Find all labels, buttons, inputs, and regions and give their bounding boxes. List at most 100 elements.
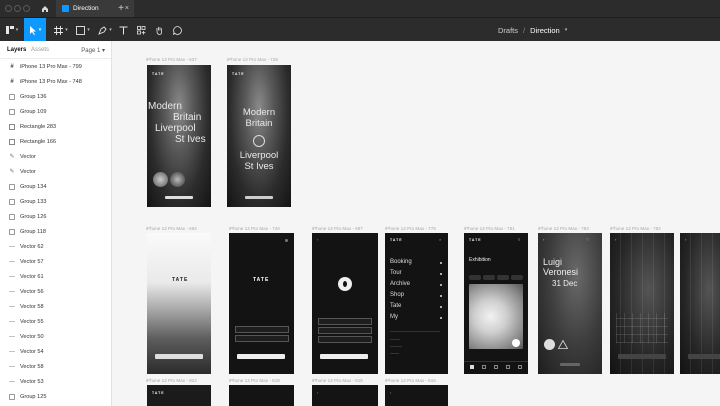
filter-chip[interactable] bbox=[511, 275, 523, 280]
iphone-frame-816[interactable]: ‹ bbox=[385, 385, 448, 406]
frame-label[interactable]: iPhone 13 Pro Max - 782 bbox=[610, 226, 661, 231]
move-tool-button[interactable]: ▾ bbox=[24, 18, 46, 42]
menu-item-booking[interactable]: Booking bbox=[390, 259, 412, 265]
sign-up-button[interactable] bbox=[320, 354, 368, 359]
main-menu-button[interactable]: ▾ bbox=[2, 18, 22, 42]
layer-row[interactable]: — Vector 58 bbox=[0, 299, 111, 314]
filter-chip[interactable] bbox=[483, 275, 495, 280]
layer-row[interactable]: — Vector 61 bbox=[0, 269, 111, 284]
thumbnail-circle[interactable] bbox=[153, 172, 168, 187]
back-icon[interactable]: ‹ bbox=[317, 390, 318, 395]
primary-button[interactable] bbox=[155, 354, 203, 359]
frame-label[interactable]: iPhone 13 Pro Max - 778 bbox=[385, 226, 436, 231]
layer-row[interactable]: — Vector 57 bbox=[0, 254, 111, 269]
layer-row[interactable]: — Vector 62 bbox=[0, 239, 111, 254]
frame-label[interactable]: iPhone 13 Pro Max - 783 bbox=[538, 226, 589, 231]
frame-label[interactable]: iPhone 13 Pro Max - 791 bbox=[464, 226, 515, 231]
iphone-frame-726[interactable]: TATE bbox=[229, 233, 294, 374]
layer-row[interactable]: Group 136 bbox=[0, 89, 111, 104]
home-tab[interactable] bbox=[36, 0, 54, 17]
tab-bar-icon[interactable] bbox=[506, 365, 510, 369]
shape-tool-button[interactable]: ▾ bbox=[72, 18, 94, 42]
frame-label[interactable]: iPhone 13 Pro Max - 637 bbox=[146, 57, 197, 62]
primary-button[interactable] bbox=[688, 354, 720, 359]
button-bar[interactable] bbox=[245, 196, 273, 199]
back-icon[interactable]: ‹ bbox=[317, 237, 318, 242]
iphone-frame-partial[interactable]: ‹ bbox=[680, 233, 720, 374]
layer-row[interactable]: — Vector 54 bbox=[0, 344, 111, 359]
hand-tool-button[interactable] bbox=[152, 18, 166, 42]
iphone-frame-637[interactable]: TATE Modern Britain Liverpool St Ives bbox=[147, 65, 211, 207]
layer-row[interactable]: Rectangle 166 bbox=[0, 134, 111, 149]
thumbnail-circle[interactable] bbox=[170, 172, 185, 187]
layer-row[interactable]: — Vector 56 bbox=[0, 284, 111, 299]
email-field[interactable] bbox=[235, 326, 289, 333]
name-field[interactable] bbox=[318, 318, 372, 325]
layer-row[interactable]: Group 125 bbox=[0, 389, 111, 404]
menu-item-tate[interactable]: Tate bbox=[390, 303, 401, 309]
frame-label[interactable]: iPhone 13 Pro Max - 815 bbox=[312, 378, 363, 383]
back-icon[interactable]: ‹ bbox=[390, 390, 391, 395]
layer-row[interactable]: # iPhone 13 Pro Max - 748 bbox=[0, 74, 111, 89]
close-window-icon[interactable] bbox=[5, 5, 12, 12]
tab-bar-icon[interactable] bbox=[470, 365, 474, 369]
layer-row[interactable]: Group 133 bbox=[0, 194, 111, 209]
menu-item-my[interactable]: My bbox=[390, 314, 398, 320]
frame-label[interactable]: iPhone 13 Pro Max - 726 bbox=[229, 226, 280, 231]
layer-row[interactable]: ✎ Vector bbox=[0, 149, 111, 164]
iphone-frame-791[interactable]: TATE ≡ Exhibition bbox=[464, 233, 528, 374]
menu-item-tour[interactable]: Tour bbox=[390, 270, 402, 276]
layer-row[interactable]: — Vector 55 bbox=[0, 314, 111, 329]
menu-icon[interactable]: ≡ bbox=[518, 237, 520, 242]
primary-button[interactable] bbox=[618, 354, 666, 359]
iphone-frame-778[interactable]: TATE × Booking Tour Archive Shop Tate My bbox=[385, 233, 448, 374]
play-circle[interactable] bbox=[253, 135, 265, 147]
iphone-frame-694[interactable]: TATE bbox=[147, 233, 211, 374]
sign-in-button[interactable] bbox=[237, 354, 285, 359]
iphone-frame-687[interactable]: ‹ bbox=[312, 233, 378, 374]
iphone-frame-783[interactable]: ‹ ♡ Luigi Veronesi 31 Dec bbox=[538, 233, 602, 374]
layer-row[interactable]: Group 126 bbox=[0, 209, 111, 224]
new-tab-button[interactable]: + bbox=[114, 1, 128, 16]
iphone-frame-782[interactable]: ‹ bbox=[610, 233, 674, 374]
text-tool-button[interactable] bbox=[116, 18, 130, 42]
back-icon[interactable]: ‹ bbox=[685, 237, 686, 242]
frame-tool-button[interactable]: ▾ bbox=[50, 18, 72, 42]
pen-tool-button[interactable]: ▾ bbox=[94, 18, 116, 42]
layer-row[interactable]: ✎ Vector bbox=[0, 164, 111, 179]
settings-icon[interactable] bbox=[285, 239, 288, 242]
iphone-frame-818[interactable] bbox=[229, 385, 294, 406]
footer-link[interactable] bbox=[390, 339, 400, 340]
tab-bar-icon[interactable] bbox=[494, 365, 498, 369]
button-bar[interactable] bbox=[560, 363, 580, 366]
frame-label[interactable]: iPhone 13 Pro Max - 728 bbox=[227, 57, 278, 62]
tab-bar-icon[interactable] bbox=[482, 365, 486, 369]
tab-bar-icon[interactable] bbox=[518, 365, 522, 369]
password-field[interactable] bbox=[318, 327, 372, 334]
minimize-window-icon[interactable] bbox=[14, 5, 21, 12]
canvas[interactable]: iPhone 13 Pro Max - 637 iPhone 13 Pro Ma… bbox=[112, 41, 720, 406]
menu-item-archive[interactable]: Archive bbox=[390, 281, 410, 287]
confirm-password-field[interactable] bbox=[318, 336, 372, 343]
bookmark-icon[interactable]: ♡ bbox=[586, 237, 590, 242]
footer-link[interactable] bbox=[390, 353, 399, 354]
layer-row[interactable]: — Vector 50 bbox=[0, 329, 111, 344]
comment-tool-button[interactable] bbox=[170, 18, 184, 42]
frame-label[interactable]: iPhone 13 Pro Max - 822 bbox=[146, 378, 197, 383]
iphone-frame-728[interactable]: TATE Modern Britain Liverpool St Ives bbox=[227, 65, 291, 207]
layer-row[interactable]: # iPhone 13 Pro Max - 799 bbox=[0, 59, 111, 74]
layer-row[interactable]: Group 118 bbox=[0, 224, 111, 239]
back-icon[interactable]: ‹ bbox=[543, 237, 544, 242]
frame-label[interactable]: iPhone 13 Pro Max - 694 bbox=[146, 226, 197, 231]
card-action-icon[interactable] bbox=[512, 339, 520, 347]
filter-chip[interactable] bbox=[497, 275, 509, 280]
resources-button[interactable] bbox=[134, 18, 148, 42]
layer-row[interactable]: — Vector 53 bbox=[0, 374, 111, 389]
tab-assets[interactable]: Assets bbox=[31, 47, 49, 53]
layer-row[interactable]: Rectangle 283 bbox=[0, 119, 111, 134]
footer-link[interactable] bbox=[390, 346, 402, 347]
iphone-frame-822[interactable]: TATE bbox=[147, 385, 211, 406]
password-field[interactable] bbox=[235, 335, 289, 342]
layer-row[interactable]: Group 134 bbox=[0, 179, 111, 194]
layer-row[interactable]: — Vector 58 bbox=[0, 359, 111, 374]
